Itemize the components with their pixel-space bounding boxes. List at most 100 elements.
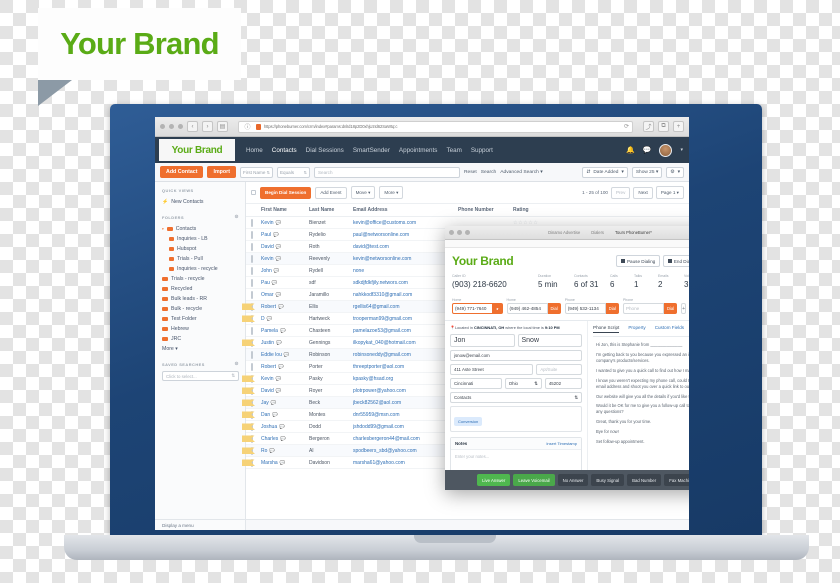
cell-email[interactable]: robinsoneddy@gmail.com <box>353 352 458 358</box>
reload-icon[interactable]: ⟳ <box>624 123 629 130</box>
close-traffic-light[interactable] <box>160 124 165 129</box>
contact-name-link[interactable]: David <box>261 244 274 250</box>
forward-icon[interactable]: › <box>202 121 213 132</box>
dial-button[interactable]: ◂· <box>493 303 503 314</box>
cell-email[interactable]: pamelazoe53@gmail.com <box>353 328 458 334</box>
cell-email[interactable]: nahkkodf3310@gmail.com <box>353 292 458 298</box>
prev-page-button[interactable]: Prev <box>610 186 631 199</box>
comment-bubble-icon[interactable]: 💬 <box>276 220 282 225</box>
sidebar-folder-recycled[interactable]: Recycled <box>162 284 239 294</box>
row-checkbox[interactable] <box>251 350 253 359</box>
comment-bubble-icon[interactable]: 💬 <box>278 364 284 369</box>
contact-name-link[interactable]: Robert <box>261 304 276 310</box>
contact-name-link[interactable]: Dan <box>261 412 270 418</box>
cell-email[interactable]: ilkopykat_040@hotmail.com <box>353 340 458 346</box>
tab-property[interactable]: Property <box>628 325 645 333</box>
search-field-select[interactable]: First Name ⇅ <box>239 166 273 178</box>
display-menu-label[interactable]: Display a menu <box>155 519 245 530</box>
cell-email[interactable]: kevin@office@customs.com <box>353 220 458 226</box>
contact-name-link[interactable]: Kevin <box>261 256 274 262</box>
live-answer-button[interactable]: Live Answer <box>477 474 511 486</box>
dialer-zoom-button[interactable] <box>465 230 470 235</box>
comment-bubble-icon[interactable]: 💬 <box>272 280 278 285</box>
busy-signal-button[interactable]: Busy Signal <box>591 474 625 486</box>
phone-value[interactable]: (949) 771-7640 <box>452 303 493 314</box>
comment-bubble-icon[interactable]: 💬 <box>276 376 282 381</box>
share-icon[interactable]: ⤴ <box>643 121 654 132</box>
sidebar-toggle-icon[interactable]: ▤ <box>217 121 228 132</box>
chat-icon[interactable]: 💬 <box>643 146 652 154</box>
contact-name-link[interactable]: Joshua <box>261 424 277 430</box>
nav-item-dial-sessions[interactable]: Dial Sessions <box>306 147 344 154</box>
sort-by-button[interactable]: ⇵ Date Added ▾ <box>582 166 628 178</box>
chevron-down-icon[interactable]: ▾ <box>162 227 164 231</box>
email-field[interactable]: jsnow@email.com <box>450 350 582 361</box>
dial-button[interactable]: Dial <box>663 303 678 314</box>
address-field[interactable]: 411 Aste Street <box>450 364 534 375</box>
contact-name-link[interactable]: Omar <box>261 292 274 298</box>
header-email[interactable]: Email Address <box>353 207 458 213</box>
sidebar-folder-bulk-leads-rr[interactable]: Bulk leads - RR <box>162 294 239 304</box>
cell-email[interactable]: spodbeers_sbd@yahoo.com <box>353 448 458 454</box>
comment-bubble-icon[interactable]: 💬 <box>276 256 282 261</box>
contact-name-link[interactable]: Pamela <box>261 328 278 334</box>
cell-email[interactable]: paul@networsonline.com <box>353 232 458 238</box>
gear-icon[interactable]: ⚙ <box>234 214 239 220</box>
comment-bubble-icon[interactable]: 💬 <box>267 316 273 321</box>
new-tab-icon[interactable]: + <box>673 121 684 132</box>
cell-email[interactable]: dnr55959@msn.com <box>353 412 458 418</box>
comment-bubble-icon[interactable]: 💬 <box>276 244 282 249</box>
nav-item-contacts[interactable]: Contacts <box>272 147 297 154</box>
comment-bubble-icon[interactable]: 💬 <box>284 352 290 357</box>
contact-name-link[interactable]: Paul <box>261 232 271 238</box>
page-select[interactable]: Page 1 ▾ <box>655 186 684 199</box>
phone-value[interactable]: (949) 462-4854 <box>506 303 548 314</box>
cell-email[interactable]: sdkdjfdkfjily.networs.com <box>353 280 458 286</box>
cell-email[interactable]: jbeck82562@aol.com <box>353 400 458 406</box>
header-first-name[interactable]: First Name <box>261 207 309 213</box>
comment-bubble-icon[interactable]: 💬 <box>278 304 284 309</box>
apt-suite-field[interactable]: Apt/Suite <box>536 364 582 375</box>
row-checkbox[interactable] <box>251 242 253 251</box>
sidebar-more-folders[interactable]: More ▾ <box>162 344 239 354</box>
fax-machine-button[interactable]: Fax Machine <box>664 474 689 486</box>
sidebar-folder-trials-recycle[interactable]: Trials - recycle <box>162 274 239 284</box>
header-rating[interactable]: Rating <box>513 207 684 213</box>
add-contact-button[interactable]: Add Contact <box>160 166 204 178</box>
dialer-tab-dinamo[interactable]: Dinamo Advertise <box>548 230 580 235</box>
comment-bubble-icon[interactable]: 💬 <box>274 268 280 273</box>
saved-search-select[interactable]: Click to select... ⇅ <box>162 371 239 381</box>
end-dialing-button[interactable]: End Dialing <box>663 255 689 267</box>
cell-email[interactable]: kpasky@hsad.org <box>353 376 458 382</box>
nav-item-team[interactable]: Team <box>446 147 461 154</box>
info-icon[interactable]: ⓘ <box>242 122 253 132</box>
url-bar[interactable]: ⓘ https://phoneburner.com/crm/index#para… <box>238 120 633 133</box>
contact-name-link[interactable]: Robert <box>261 364 276 370</box>
last-name-field[interactable]: Snow <box>517 334 582 347</box>
add-event-button[interactable]: Add Event <box>315 186 347 199</box>
show-count-button[interactable]: Show 25 ▾ <box>631 166 663 178</box>
dialer-close-button[interactable] <box>449 230 454 235</box>
first-name-field[interactable]: Jon <box>450 334 515 347</box>
city-field[interactable]: Cincinnati <box>450 378 502 389</box>
sidebar-folder-jrc[interactable]: JRC <box>162 334 239 344</box>
comment-bubble-icon[interactable]: 💬 <box>280 436 286 441</box>
sidebar-folder-test-folder[interactable]: Test Folder <box>162 314 239 324</box>
sidebar-folder-inquiries-lb[interactable]: Inquiries - LB <box>169 234 239 244</box>
avatar[interactable] <box>659 143 673 157</box>
dial-button[interactable]: Dial <box>605 303 619 314</box>
row-checkbox[interactable] <box>251 254 253 263</box>
nav-item-appointments[interactable]: Appointments <box>399 147 438 154</box>
tab-phone-script[interactable]: Phone Script <box>593 325 620 333</box>
dialer-minimize-button[interactable] <box>457 230 462 235</box>
contact-name-link[interactable]: David <box>261 388 274 394</box>
zoom-traffic-light[interactable] <box>178 124 183 129</box>
gear-icon[interactable]: ⚙ <box>234 361 239 367</box>
move-button[interactable]: Move ▾ <box>350 186 376 199</box>
contact-tag[interactable]: Conversion <box>454 417 483 426</box>
row-checkbox[interactable] <box>251 326 253 335</box>
comment-bubble-icon[interactable]: 💬 <box>271 400 277 405</box>
phone-placeholder[interactable]: Phone <box>622 303 664 314</box>
dial-button[interactable]: Dial <box>547 303 561 314</box>
sidebar-folder-contacts[interactable]: ▾ Contacts <box>162 224 239 234</box>
